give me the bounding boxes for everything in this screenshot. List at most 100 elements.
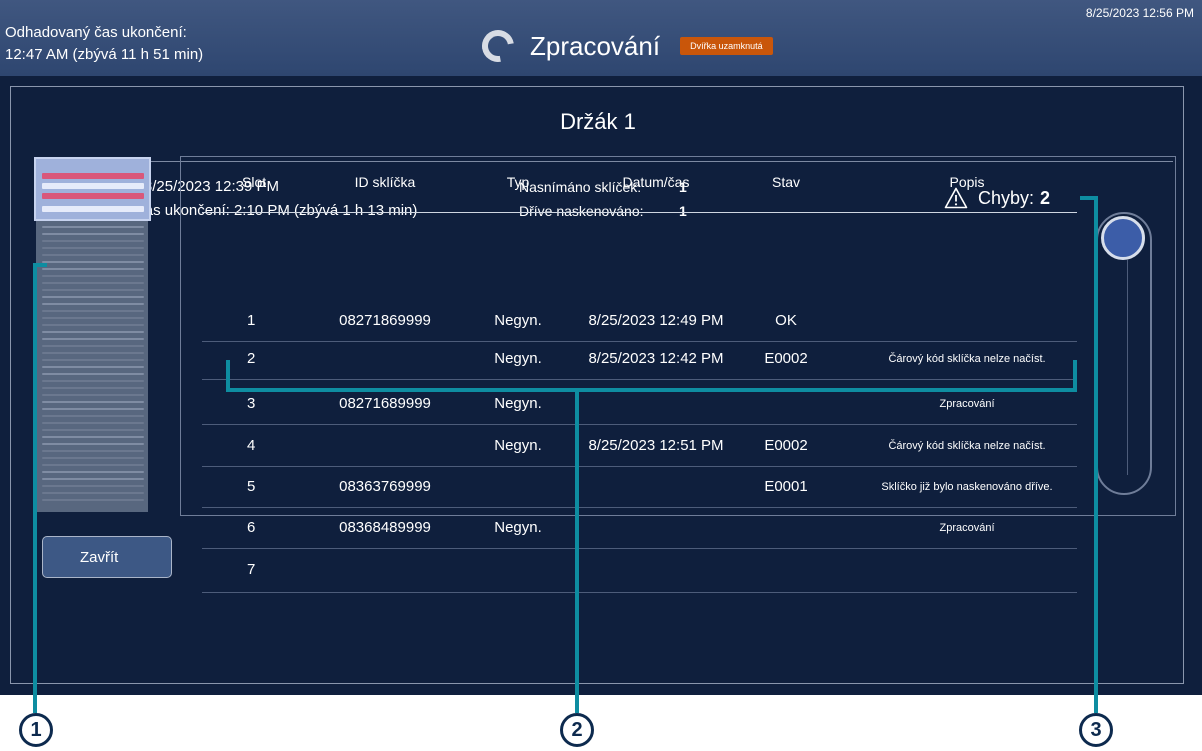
row-divider — [202, 548, 1077, 549]
slide-marker — [42, 206, 144, 212]
empty-slide-position — [42, 254, 144, 256]
slot-cell: 4 — [247, 437, 256, 454]
estimated-end-label: Odhadovaný čas ukončení: — [5, 24, 187, 41]
empty-slide-position — [42, 394, 144, 396]
header-type: Typ — [506, 174, 530, 190]
progress-spinner-icon — [475, 23, 521, 69]
empty-slide-position — [42, 373, 144, 375]
empty-slide-position — [42, 352, 144, 354]
empty-slide-position — [42, 443, 144, 445]
row-divider — [202, 507, 1077, 508]
empty-slide-position — [42, 233, 144, 235]
empty-slide-position — [42, 275, 144, 277]
slot-cell: 1 — [247, 312, 256, 329]
status-cell: E0002 — [764, 350, 808, 367]
description-cell: Sklíčko již bylo naskenováno dříve. — [881, 481, 1053, 493]
empty-slide-position — [42, 289, 144, 291]
status-cell: E0001 — [764, 478, 808, 495]
type-cell: Negyn. — [494, 350, 542, 367]
estimated-end-value: 12:47 AM (zbývá 11 h 51 min) — [5, 46, 204, 63]
scrollbar-thumb[interactable] — [1101, 216, 1145, 260]
empty-slide-position — [42, 331, 144, 333]
empty-slide-position — [42, 401, 144, 403]
empty-slide-position — [42, 247, 144, 249]
header-description: Popis — [949, 174, 985, 190]
holder-title: Držák 1 — [560, 109, 636, 134]
empty-slide-position — [42, 324, 144, 326]
slide-marker — [42, 193, 144, 199]
empty-slide-position — [42, 422, 144, 424]
empty-slide-position — [42, 268, 144, 270]
empty-slide-position — [42, 261, 144, 263]
description-cell: Čárový kód sklíčka nelze načíst. — [888, 353, 1046, 365]
header-slot: Slot — [242, 174, 267, 190]
empty-slide-position — [42, 464, 144, 466]
type-cell: Negyn. — [494, 519, 542, 536]
empty-slide-position — [42, 436, 144, 438]
callout-leader — [1094, 196, 1098, 713]
callout-leader — [33, 263, 37, 713]
close-button[interactable]: Zavřít — [42, 536, 172, 578]
app-window: Odhadovaný čas ukončení: 12:47 AM (zbývá… — [0, 0, 1202, 695]
current-datetime: 8/25/2023 12:56 PM — [1085, 6, 1194, 20]
header-status: Stav — [771, 174, 801, 190]
type-cell: Negyn. — [494, 395, 542, 412]
top-bar: Odhadovaný čas ukončení: 12:47 AM (zbývá… — [0, 0, 1202, 76]
empty-slide-position — [42, 492, 144, 494]
slide-id-cell: 08368489999 — [339, 519, 431, 536]
slot-cell: 7 — [247, 561, 256, 578]
empty-slide-position — [42, 471, 144, 473]
row-divider — [202, 424, 1077, 425]
callout-number: 1 — [19, 713, 53, 747]
type-cell: Negyn. — [494, 437, 542, 454]
scrollbar-rail — [1127, 260, 1128, 475]
description-cell: Zpracování — [939, 522, 995, 534]
empty-slide-position — [42, 366, 144, 368]
callout-leader — [1073, 360, 1077, 392]
empty-slide-position — [42, 478, 144, 480]
slide-id-cell: 08271869999 — [339, 312, 431, 329]
empty-slide-position — [42, 429, 144, 431]
empty-slide-position — [42, 380, 144, 382]
empty-slide-position — [42, 303, 144, 305]
status-cell: OK — [775, 312, 797, 329]
datetime-cell: 8/25/2023 12:49 PM — [588, 312, 724, 329]
header-datetime: Datum/čas — [622, 174, 690, 190]
empty-slide-position — [42, 415, 144, 417]
callout-leader — [575, 388, 579, 713]
empty-slide-position — [42, 345, 144, 347]
empty-slide-position — [42, 317, 144, 319]
header-slide-id: ID sklíčka — [354, 174, 416, 190]
row-divider — [202, 466, 1077, 467]
door-locked-badge: Dvířka uzamknutá — [680, 37, 773, 55]
callout-number: 3 — [1079, 713, 1113, 747]
empty-slide-position — [42, 240, 144, 242]
slide-id-cell: 08363769999 — [339, 478, 431, 495]
callout-number: 2 — [560, 713, 594, 747]
processing-title: Zpracování — [530, 30, 661, 61]
empty-slide-position — [42, 296, 144, 298]
datetime-cell: 8/25/2023 12:51 PM — [588, 437, 724, 454]
row-divider — [202, 379, 1077, 380]
slot-cell: 6 — [247, 519, 256, 536]
empty-slide-position — [42, 226, 144, 228]
description-cell: Čárový kód sklíčka nelze načíst. — [888, 440, 1046, 452]
estimated-end-time-global: Odhadovaný čas ukončení: 12:47 AM (zbývá… — [5, 22, 203, 66]
empty-slide-position — [42, 499, 144, 501]
empty-slide-position — [42, 408, 144, 410]
type-cell: Negyn. — [494, 312, 542, 329]
slot-cell: 2 — [247, 350, 256, 367]
table-header-divider — [202, 212, 1077, 213]
empty-slide-position — [42, 485, 144, 487]
empty-slide-position — [42, 457, 144, 459]
empty-slide-position — [42, 338, 144, 340]
slide-marker — [42, 173, 144, 179]
row-divider — [202, 341, 1077, 342]
row-divider — [202, 592, 1077, 593]
empty-slide-position — [42, 450, 144, 452]
processing-status: Zpracování Dvířka uzamknutá — [475, 23, 773, 69]
empty-slide-position — [42, 310, 144, 312]
empty-slide-position — [42, 387, 144, 389]
slide-id-cell: 08271689999 — [339, 395, 431, 412]
description-cell: Zpracování — [939, 398, 995, 410]
